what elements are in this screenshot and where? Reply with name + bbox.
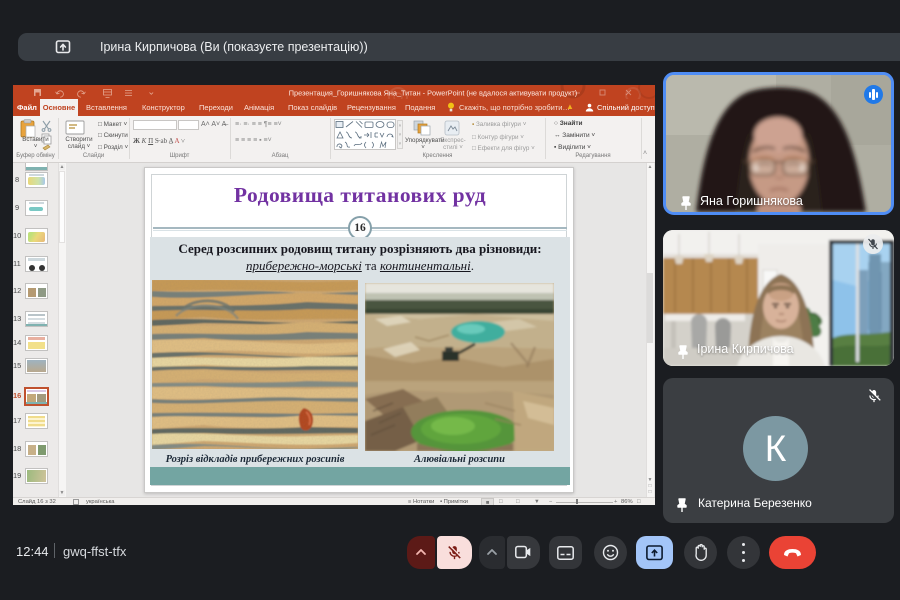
- svg-text:Презентация_Горишнякова Яна_Ти: Презентация_Горишнякова Яна_Титан - Powe…: [289, 89, 577, 98]
